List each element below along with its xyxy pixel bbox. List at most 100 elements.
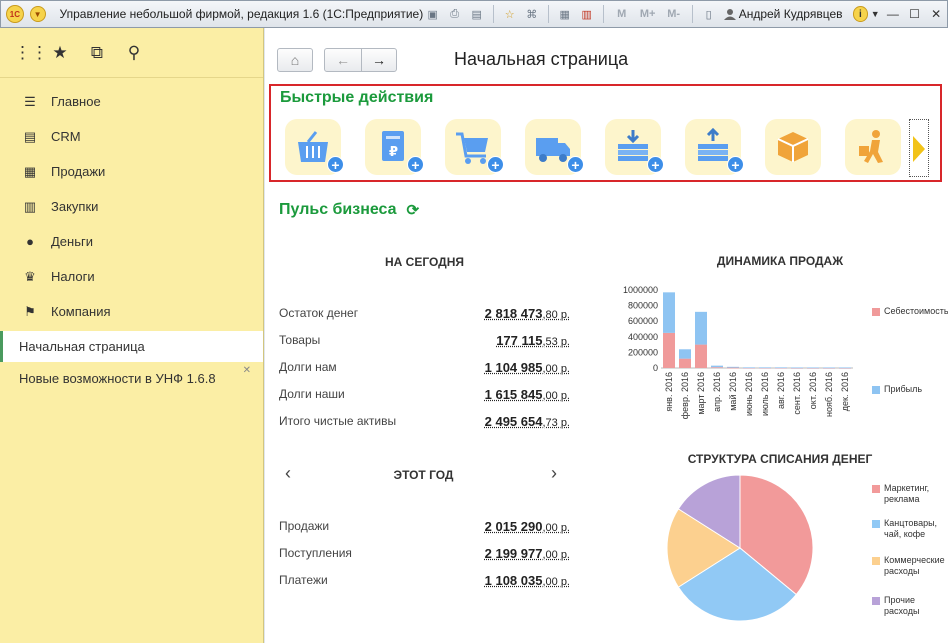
plus-icon: + [407, 156, 424, 173]
bar-cost [711, 367, 723, 369]
today-value[interactable]: 177 115,53 р. [496, 333, 570, 348]
favorites-add-icon[interactable]: ☆ [501, 5, 519, 23]
today-row: Товары 177 115,53 р. [279, 333, 570, 348]
eagle-icon: ♛ [24, 268, 36, 284]
today-value[interactable]: 2 495 654,73 р. [485, 414, 570, 429]
calculator-icon[interactable]: ▦ [556, 5, 574, 23]
main-menu-button[interactable]: ▼ [29, 6, 46, 22]
info-icon[interactable]: i [852, 6, 869, 22]
save-icon[interactable]: ▣ [424, 5, 442, 23]
bar-profit [663, 292, 675, 333]
info-dropdown-icon[interactable]: ▼ [868, 5, 882, 23]
invoice-plus-icon: ₽ [382, 131, 404, 161]
arrow-left-icon: ← [336, 52, 350, 68]
back-button[interactable]: ← [324, 48, 362, 72]
sidebar-item-crm[interactable]: ▤ CRM [0, 119, 263, 154]
year-value[interactable]: 1 108 035,00 р. [485, 573, 570, 588]
link-icon[interactable]: ⌘ [523, 5, 541, 23]
plus-icon: + [647, 156, 664, 173]
next-period-button[interactable]: › [551, 463, 557, 484]
today-value[interactable]: 1 615 845,00 р. [485, 387, 570, 402]
contact-card-icon: ▤ [23, 128, 37, 144]
prev-period-button[interactable]: ‹ [285, 463, 291, 484]
bar-profit [791, 367, 803, 369]
money-out-plus-icon [698, 128, 728, 161]
memory-minus-button[interactable]: M- [663, 8, 685, 20]
quick-actions-next-button[interactable] [909, 119, 929, 177]
year-value[interactable]: 2 199 977,00 р. [485, 546, 570, 561]
search-icon[interactable]: ⚲ [125, 43, 143, 63]
today-value[interactable]: 2 818 473,80 р. [485, 306, 570, 321]
sidebar-item-company[interactable]: ⚑ Компания [0, 294, 263, 329]
sidebar-item-sales[interactable]: ▦ Продажи [0, 154, 263, 189]
new-delivery-button[interactable]: + [525, 119, 584, 175]
pulse-header: Пульс бизнеса ⟳ [279, 201, 419, 219]
plus-icon: + [327, 156, 344, 173]
panel-toggle-icon[interactable]: ▯ [700, 5, 718, 23]
minimize-button[interactable]: — [882, 5, 904, 23]
year-row: Продажи 2 015 290,00 р. [279, 519, 570, 534]
new-receipt-money-button[interactable]: + [605, 119, 664, 175]
preview-icon[interactable]: ▤ [468, 5, 486, 23]
chevron-right-icon [913, 136, 925, 162]
new-sale-basket-button[interactable]: + [285, 119, 344, 175]
new-invoice-button[interactable]: ₽ + [365, 119, 424, 175]
user-icon [723, 9, 736, 20]
print-icon[interactable]: ⎙ [446, 5, 464, 23]
bar-profit [695, 311, 707, 345]
box-icon [777, 132, 809, 162]
y-tick-label: 0 [653, 363, 658, 373]
main-content: ⌂ ← → Начальная страница Быстрые действи… [265, 28, 948, 643]
forward-button[interactable]: → [361, 48, 397, 72]
current-user[interactable]: Андрей Кудрявцев [723, 7, 843, 21]
new-purchase-cart-button[interactable]: + [445, 119, 504, 175]
sidebar-item-taxes[interactable]: ♛ Налоги [0, 259, 263, 294]
history-icon[interactable]: ⧉ [88, 43, 106, 63]
plus-icon: + [727, 156, 744, 173]
sidebar-item-main[interactable]: ☰ Главное [0, 84, 263, 119]
close-tab-icon[interactable]: ✕ [243, 365, 251, 376]
year-row: Платежи 1 108 035,00 р. [279, 573, 570, 588]
sidebar-item-money[interactable]: ● Деньги [0, 224, 263, 259]
bar-cost [663, 332, 675, 368]
quick-actions-title: Быстрые действия [280, 89, 434, 106]
open-tab-home[interactable]: Начальная страница [0, 331, 263, 362]
favorites-icon[interactable]: ★ [51, 43, 69, 63]
today-label: Итого чистые активы [279, 414, 397, 428]
year-label: Продажи [279, 519, 330, 533]
sales-dynamics-chart: 1000000 800000 600000 400000 200000 0 янв. 201… [623, 285, 853, 419]
bar-profit [807, 367, 819, 369]
bar-cost [695, 344, 707, 368]
year-row: Поступления 2 199 977,00 р. [279, 546, 570, 561]
close-button[interactable]: ✕ [925, 5, 947, 23]
today-value[interactable]: 1 104 985,00 р. [485, 360, 570, 375]
x-tick-label: февр. 2016 [680, 372, 690, 419]
today-label: Остаток денег [279, 306, 359, 320]
expense-structure-title: СТРУКТУРА СПИСАНИЯ ДЕНЕГ [687, 452, 873, 466]
memory-button[interactable]: M [611, 8, 633, 20]
open-tab-whats-new[interactable]: Новые возможности в УНФ 1.6.8 ✕ [0, 362, 263, 395]
refresh-icon[interactable]: ⟳ [407, 201, 420, 219]
window-title: Управление небольшой фирмой, редакция 1.… [59, 7, 424, 21]
maximize-button[interactable]: ☐ [904, 5, 926, 23]
cart-plus-icon [456, 132, 488, 164]
memory-plus-button[interactable]: M+ [637, 8, 659, 20]
year-value[interactable]: 2 015 290,00 р. [485, 519, 570, 534]
new-payment-money-button[interactable]: + [685, 119, 744, 175]
worker-button[interactable] [845, 119, 901, 175]
bar-cost [679, 358, 691, 368]
today-row: Долги наши 1 615 845,00 р. [279, 387, 570, 402]
svg-text:₽: ₽ [389, 145, 398, 160]
year-label: Платежи [279, 573, 328, 587]
expense-pie-chart [666, 474, 814, 622]
products-box-button[interactable] [765, 119, 821, 175]
calendar-icon[interactable]: ▥ [578, 5, 596, 23]
today-row: Итого чистые активы 2 495 654,73 р. [279, 414, 570, 429]
x-tick-label: окт. 2016 [808, 372, 818, 409]
today-heading: НА СЕГОДНЯ [385, 255, 464, 269]
money-in-plus-icon [618, 130, 648, 161]
apps-grid-icon[interactable]: ⋮⋮ [14, 43, 48, 63]
sidebar-item-purchases[interactable]: ▥ Закупки [0, 189, 263, 224]
x-tick-label: март 2016 [696, 372, 706, 415]
home-button[interactable]: ⌂ [277, 48, 313, 72]
